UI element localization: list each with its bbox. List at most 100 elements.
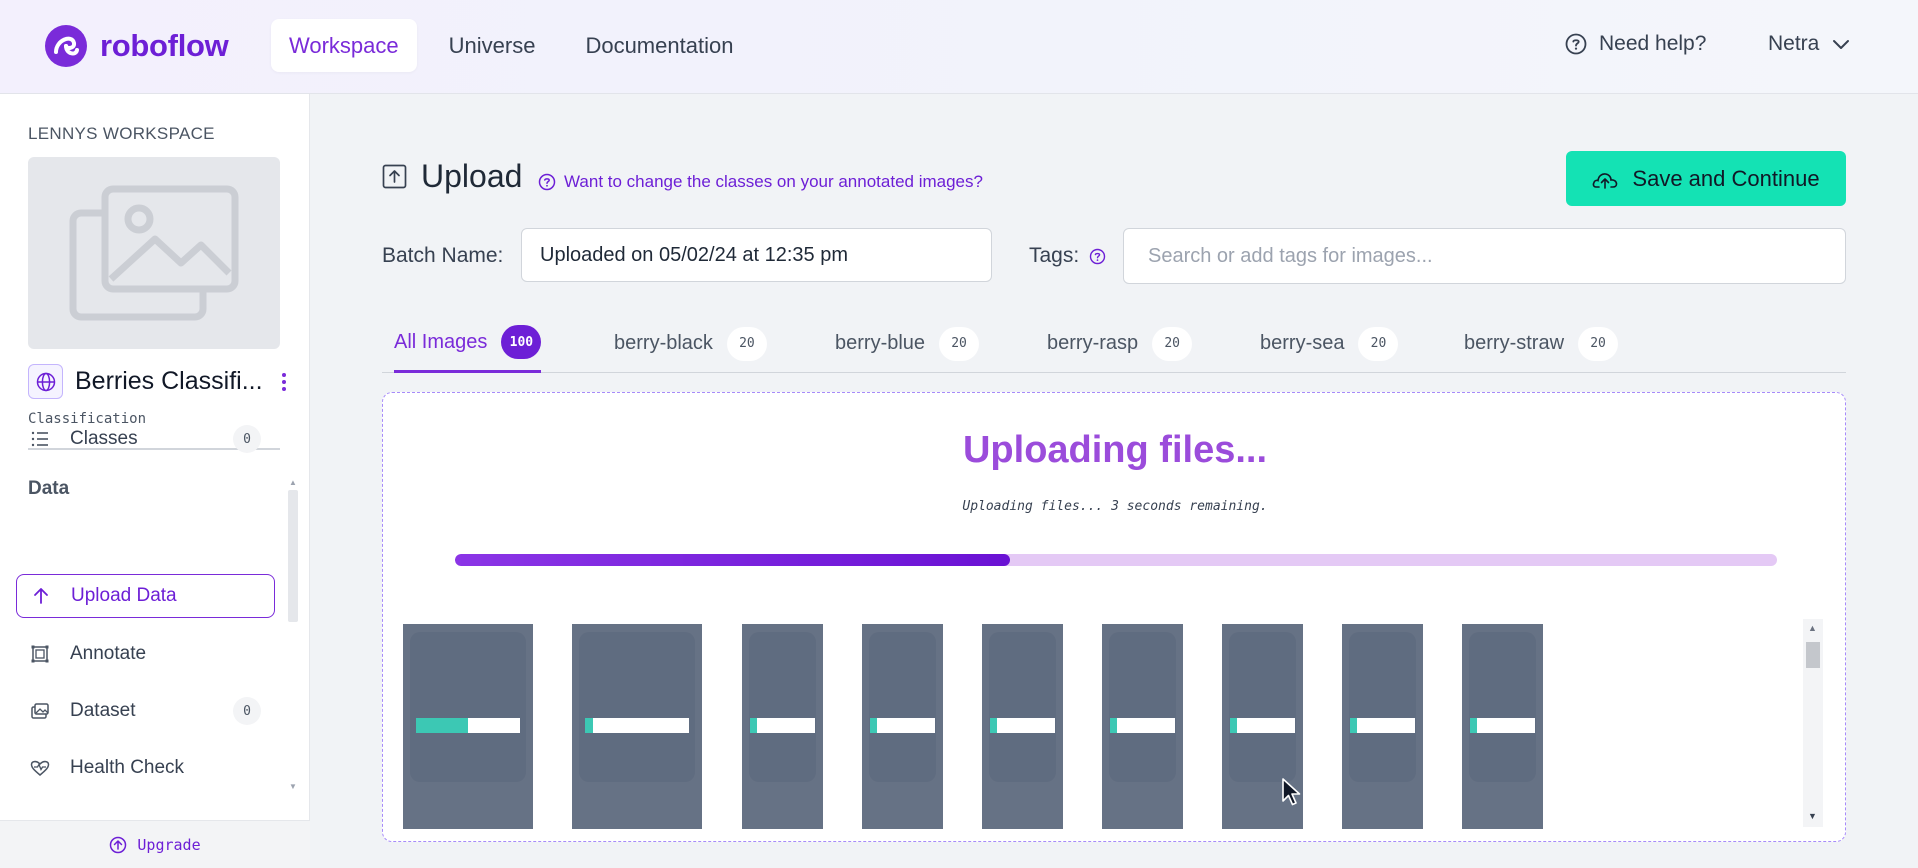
scroll-down-icon[interactable]: ▼ [1808,811,1817,821]
help-link[interactable]: Need help? [1565,32,1706,56]
globe-icon [28,364,63,399]
sidebar-item-upload-data[interactable]: Upload Data [16,574,275,618]
upload-thumbnail[interactable] [862,624,943,829]
user-menu[interactable]: Netra [1768,32,1851,56]
thumbnail-progress-fill [750,718,757,733]
arrow-up-icon [34,588,48,604]
tab-count-badge: 100 [501,325,542,359]
tab-count-badge: 20 [1578,326,1619,361]
thumbnail-image [1469,632,1536,782]
batch-name-label: Batch Name: [382,244,504,267]
nav-documentation[interactable]: Documentation [567,19,751,72]
tags-search-input[interactable] [1123,228,1846,284]
thumbnail-image [869,632,936,782]
sidebar-item-label: Classes [70,428,138,449]
sidebar-item-dataset[interactable]: Dataset 0 [16,689,275,733]
sidebar-scrollbar[interactable] [288,490,298,622]
tab-berry-straw[interactable]: berry-straw 20 [1464,314,1619,373]
nav-workspace[interactable]: Workspace [271,19,417,72]
cloud-upload-icon [1593,172,1618,189]
thumbnail-progress-fill [585,718,594,733]
thumbnail-progress-fill [1350,718,1357,733]
tab-berry-rasp[interactable]: berry-rasp 20 [1047,314,1193,373]
batch-name-input[interactable] [521,228,992,282]
brand-name: roboflow [100,28,229,63]
thumbnail-progress-bar [990,718,1055,733]
tags-label: Tags: [1029,244,1106,268]
upload-thumbnail-grid [403,624,1783,829]
save-button-label: Save and Continue [1632,165,1820,191]
thumbnail-progress-bar [1230,718,1295,733]
project-header: Berries Classifi... [28,364,292,399]
roboflow-logo-icon [45,25,87,67]
thumbnail-progress-bar [1350,718,1415,733]
upload-thumbnail[interactable] [982,624,1063,829]
tab-count-badge: 20 [1358,326,1399,361]
thumbnail-progress-bar [870,718,935,733]
image-placeholder-icon [69,185,239,321]
tab-berry-sea[interactable]: berry-sea 20 [1260,314,1399,373]
tab-label: berry-rasp [1047,332,1139,354]
overall-progress-fill [455,554,1011,566]
main-nav: Workspace Universe Documentation [271,19,751,72]
question-circle-icon [1565,33,1587,55]
tags-label-text: Tags: [1029,244,1080,267]
brand-logo[interactable]: roboflow [44,24,229,68]
dataset-count-badge: 0 [233,697,261,725]
project-name[interactable]: Berries Classifi... [75,367,263,396]
sidebar-scroll-down-icon[interactable]: ▼ [289,782,297,791]
sidebar-item-health-check[interactable]: Health Check [16,746,275,790]
more-vertical-icon[interactable] [276,372,292,391]
list-icon [31,431,48,447]
thumbnail-progress-fill [1470,718,1477,733]
help-label: Need help? [1599,32,1707,55]
overall-progress-bar [455,554,1777,566]
upgrade-button[interactable]: Upgrade [0,820,310,868]
save-and-continue-button[interactable]: Save and Continue [1566,151,1846,206]
thumbnail-image [749,632,816,782]
thumbnail-scrollbar[interactable]: ▲ ▼ [1803,619,1823,827]
upload-thumbnail[interactable] [403,624,533,829]
uploading-title: Uploading files... [962,429,1268,471]
upgrade-icon [110,836,127,853]
heart-pulse-icon [30,760,50,776]
thumbnail-progress-bar [1110,718,1175,733]
thumbnail-progress-fill [870,718,877,733]
sidebar-item-label: Upload Data [71,585,177,606]
tab-label: berry-straw [1464,332,1565,354]
scrollbar-thumb[interactable] [1806,642,1820,668]
sidebar: LENNYS WORKSPACE Berries Classifi... Cla… [0,94,310,868]
upload-header: Upload [382,158,522,195]
thumbnail-progress-bar [750,718,815,733]
sidebar-item-label: Dataset [70,700,136,721]
thumbnail-progress-fill [1230,718,1237,733]
sidebar-item-classes[interactable]: Classes 0 [16,417,275,461]
upload-box-icon [382,164,407,189]
thumbnail-image [1349,632,1416,782]
tab-count-badge: 20 [726,326,767,361]
upload-dropzone[interactable]: Uploading files... Uploading files... 3 … [382,392,1846,842]
workspace-title: LENNYS WORKSPACE [28,124,215,143]
upload-thumbnail[interactable] [1342,624,1423,829]
sidebar-scroll-up-icon[interactable]: ▲ [289,478,297,487]
upload-thumbnail[interactable] [1102,624,1183,829]
tab-berry-blue[interactable]: berry-blue 20 [835,314,980,373]
tab-label: berry-blue [835,332,926,354]
upload-thumbnail[interactable] [742,624,823,829]
tab-berry-black[interactable]: berry-black 20 [614,314,767,373]
thumbnail-image [1229,632,1296,782]
thumbnail-image [1109,632,1176,782]
upload-thumbnail[interactable] [572,624,702,829]
upload-thumbnail[interactable] [1462,624,1543,829]
nav-universe[interactable]: Universe [431,19,554,72]
scroll-up-icon[interactable]: ▲ [1808,623,1817,633]
sidebar-item-annotate[interactable]: Annotate [16,632,275,676]
change-classes-link[interactable]: Want to change the classes on your annot… [538,172,983,192]
project-thumbnail[interactable] [28,157,280,349]
tab-all-images[interactable]: All Images 100 [394,314,542,373]
sidebar-section-data: Data [28,478,70,499]
question-circle-icon[interactable] [1089,248,1106,265]
user-name: Netra [1768,32,1820,55]
thumbnail-progress-fill [990,718,997,733]
sidebar-item-label: Annotate [70,643,147,664]
